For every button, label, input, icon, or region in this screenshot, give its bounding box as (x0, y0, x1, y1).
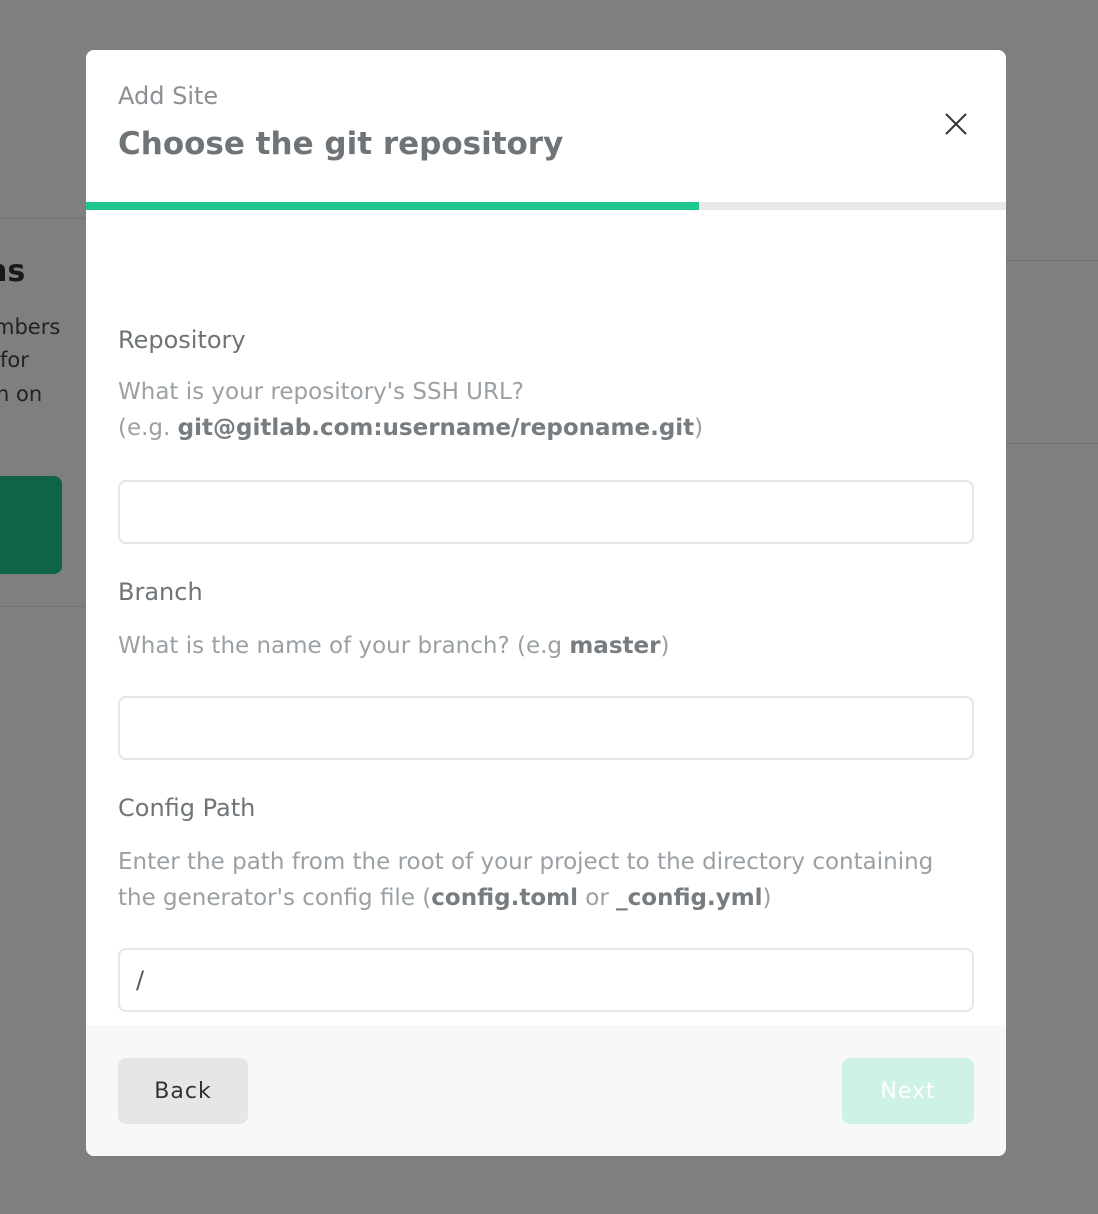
modal-title: Choose the git repository (118, 126, 564, 162)
config-path-help: Enter the path from the root of your pro… (118, 844, 974, 916)
modal-footer: Back Next (86, 1025, 1006, 1156)
config-path-help-suffix: ) (762, 885, 772, 911)
progress-bar-fill (86, 202, 699, 210)
config-path-help-or: or (577, 885, 617, 911)
repository-input[interactable] (118, 480, 974, 544)
close-button[interactable] (942, 110, 970, 138)
modal-header: Add Site Choose the git repository (86, 50, 1006, 202)
config-path-input[interactable] (118, 948, 974, 1012)
close-icon (945, 113, 967, 135)
repository-help: What is your repository's SSH URL? (e.g.… (118, 374, 974, 446)
config-path-help-example2: _config.yml (616, 885, 763, 911)
modal-subtitle: Add Site (118, 82, 219, 110)
branch-label: Branch (118, 578, 203, 606)
branch-help-example: master (569, 633, 661, 659)
back-button[interactable]: Back (118, 1058, 248, 1124)
repository-help-example: git@gitlab.com:username/reponame.git (177, 415, 695, 441)
next-button[interactable]: Next (842, 1058, 974, 1124)
repository-help-prefix: (e.g. (118, 415, 178, 441)
add-site-modal: Add Site Choose the git repository Repos… (86, 50, 1006, 1156)
branch-help: What is the name of your branch? (e.g ma… (118, 628, 974, 664)
repository-help-line1: What is your repository's SSH URL? (118, 379, 525, 405)
branch-help-suffix: ) (660, 633, 670, 659)
repository-help-suffix: ) (694, 415, 704, 441)
config-path-label: Config Path (118, 794, 256, 822)
branch-help-prefix: What is the name of your branch? (e.g (118, 633, 570, 659)
progress-bar (86, 202, 1006, 210)
config-path-help-example1: config.toml (431, 885, 578, 911)
repository-label: Repository (118, 326, 246, 354)
branch-input[interactable] (118, 696, 974, 760)
